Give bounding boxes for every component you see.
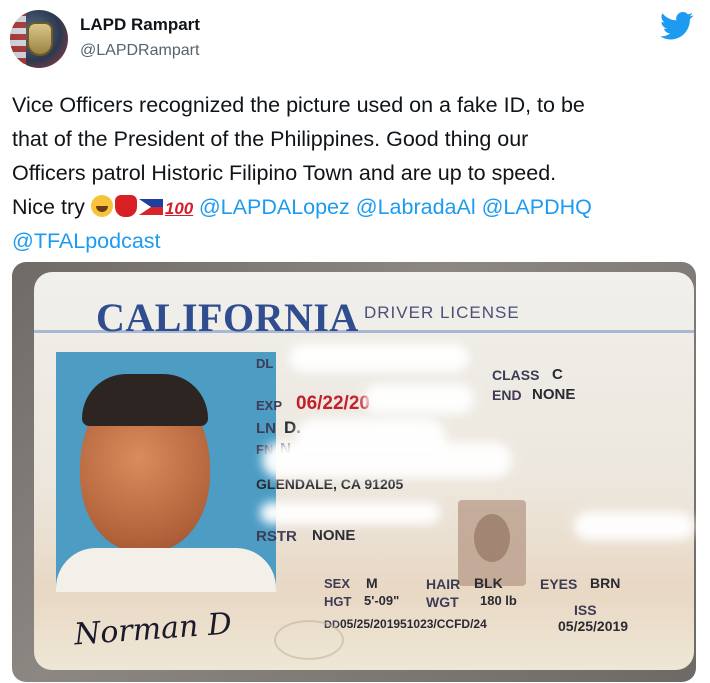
license-type: DRIVER LICENSE (364, 303, 520, 322)
attached-photo[interactable]: CALIFORNIA DRIVER LICENSE DL EXP 06/22/2… (12, 262, 696, 682)
portrait-shirt (56, 548, 276, 592)
address: GLENDALE, CA 91205 (256, 476, 404, 492)
hair-value: BLK (474, 575, 503, 591)
class-label: CLASS (492, 367, 540, 383)
tweet-line-2: that of the President of the Philippines… (12, 127, 529, 151)
hundred-points-icon: 100 (164, 199, 194, 218)
exp-label: EXP (256, 398, 283, 413)
redaction-street (262, 442, 512, 478)
mention-lapdhq[interactable]: @LAPDHQ (482, 195, 592, 219)
boxing-glove-icon (114, 195, 137, 217)
id-portrait (56, 352, 276, 592)
philippines-flag-icon (138, 199, 163, 215)
sex-value: M (366, 575, 378, 591)
wgt-value: 180 lb (480, 593, 517, 608)
class-value: C (552, 366, 563, 383)
face-with-tears-of-joy-icon (90, 195, 113, 217)
tweet-line-5: @TFALpodcast (12, 224, 702, 258)
end-value: NONE (532, 386, 576, 403)
eyes-value: BRN (590, 575, 621, 591)
rstr-value: NONE (312, 527, 356, 544)
eyes-label: EYES (540, 576, 578, 592)
dd-value: 05/25/201951023/CCFD/24 (340, 617, 487, 631)
sex-label: SEX (324, 576, 351, 591)
twitter-bird-icon (660, 12, 694, 40)
display-name[interactable]: LAPD Rampart (80, 15, 200, 35)
mention-lapdalopez[interactable]: @LAPDALopez (199, 195, 350, 219)
tweet-card: LAPD Rampart @LAPDRampart Vice Officers … (0, 0, 710, 683)
mention-tfalpodcast[interactable]: @TFALpodcast (12, 229, 161, 253)
ln-label: LN (256, 420, 276, 437)
portrait-hair (82, 374, 208, 426)
iss-value: 05/25/2019 (558, 618, 629, 634)
iss-label: ISS (574, 602, 597, 618)
hair-label: HAIR (426, 576, 461, 592)
end-label: END (492, 387, 522, 403)
nice-try-text: Nice try (12, 195, 85, 219)
rstr-label: RSTR (256, 528, 297, 545)
dl-label: DL (256, 356, 274, 371)
lapd-badge-icon (27, 22, 53, 56)
tweet-text: Vice Officers recognized the picture use… (12, 88, 702, 258)
redaction-exp (364, 384, 474, 414)
wgt-label: WGT (426, 594, 459, 610)
exp-value: 06/22/20 (296, 393, 370, 414)
hgt-label: HGT (324, 594, 352, 609)
hgt-value: 5'-09" (364, 593, 400, 608)
redaction-dl (289, 344, 469, 372)
driver-license-card: CALIFORNIA DRIVER LICENSE DL EXP 06/22/2… (34, 272, 694, 670)
mention-labradaal[interactable]: @LabradaAl (356, 195, 476, 219)
redaction-dob (260, 502, 440, 524)
ghost-portrait (458, 500, 526, 586)
hologram-seal (274, 620, 344, 660)
tweet-line-1: Vice Officers recognized the picture use… (12, 93, 585, 117)
user-handle[interactable]: @LAPDRampart (80, 42, 199, 60)
state-title: CALIFORNIA (96, 295, 359, 340)
tweet-line-3: Officers patrol Historic Filipino Town a… (12, 161, 557, 185)
flag-stripe (10, 10, 26, 68)
tweet-line-4: Nice try 100 @LAPDALopez @LabradaAl @LAPD… (12, 190, 702, 224)
avatar[interactable] (10, 10, 68, 68)
redaction-right (574, 512, 694, 540)
signature: Norman D (72, 606, 233, 653)
